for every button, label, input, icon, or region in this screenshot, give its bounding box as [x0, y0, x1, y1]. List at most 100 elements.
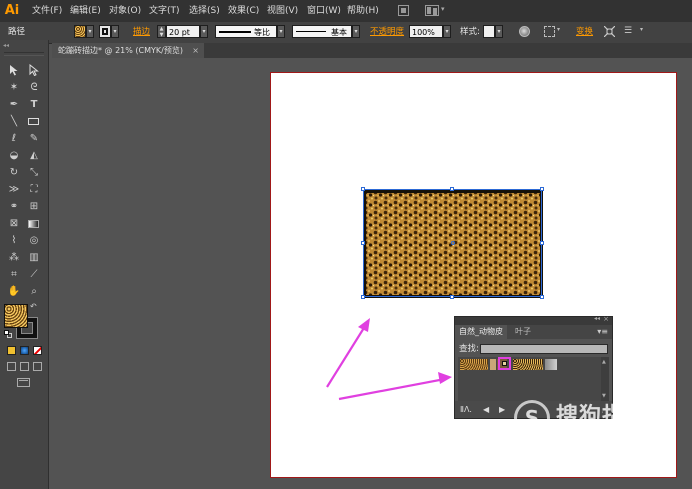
width-profile-field[interactable]: 等比	[215, 25, 277, 38]
previous-library-icon[interactable]: ◀	[483, 403, 489, 416]
panel-scrollbar[interactable]: ▲ ▼	[601, 357, 609, 401]
mesh-icon[interactable]: ⊠	[6, 217, 22, 231]
fill-color-box[interactable]	[4, 304, 28, 328]
toolbar-grip[interactable]	[4, 52, 44, 56]
opacity-dropdown-icon[interactable]: ▾	[443, 25, 451, 38]
close-tab-icon[interactable]: ×	[192, 43, 199, 58]
resize-handle[interactable]	[450, 295, 454, 299]
highlighted-brush-swatch[interactable]	[498, 357, 511, 370]
style-swatch[interactable]	[483, 25, 495, 38]
shape-builder-icon[interactable]: ⚭	[6, 200, 22, 214]
menu-type[interactable]: 文字(T)	[149, 0, 180, 22]
brush-definition-dropdown-icon[interactable]: ▾	[352, 25, 360, 38]
graph-icon[interactable]: ▥	[26, 251, 42, 265]
rotate-icon[interactable]: ↻	[6, 166, 22, 180]
eraser-icon[interactable]: ◭	[26, 149, 42, 163]
stroke-weight-input[interactable]: 20 pt	[166, 25, 200, 38]
collapse-panel-icon[interactable]: ◂◂	[594, 315, 600, 322]
draw-behind-icon[interactable]	[20, 362, 29, 371]
style-dropdown-icon[interactable]: ▾	[495, 25, 503, 38]
draw-inside-icon[interactable]	[33, 362, 42, 371]
fill-dropdown-icon[interactable]: ▾	[86, 25, 94, 38]
tab-document[interactable]: 蛇蹦砖描边* @ 21% (CMYK/预览) ×	[52, 43, 204, 58]
line-icon[interactable]: ╲	[6, 115, 22, 129]
library-menu-icon[interactable]: ⅡΛ.	[460, 403, 472, 416]
brush-swatch[interactable]	[545, 359, 557, 370]
next-library-icon[interactable]: ▶	[499, 403, 505, 416]
magic-wand-icon[interactable]: ✶	[6, 81, 22, 95]
stroke-weight-dropdown-icon[interactable]: ▾	[200, 25, 208, 38]
scale-icon[interactable]: ⤡	[26, 166, 42, 180]
resize-handle[interactable]	[540, 241, 544, 245]
menu-file[interactable]: 文件(F)	[32, 0, 62, 22]
free-transform-icon[interactable]: ⛶	[26, 183, 42, 197]
resize-handle[interactable]	[540, 187, 544, 191]
color-mode-icon[interactable]	[7, 346, 16, 355]
collapse-toolbar-icon[interactable]: ◂◂	[3, 42, 9, 49]
none-mode-icon[interactable]	[33, 346, 42, 355]
search-input[interactable]	[480, 344, 608, 354]
transform-label[interactable]: 变换	[576, 25, 593, 39]
align-icon[interactable]	[544, 26, 555, 37]
scroll-up-icon[interactable]: ▲	[602, 359, 606, 365]
bridge-icon[interactable]	[398, 5, 409, 16]
lasso-icon[interactable]: ᘓ	[26, 81, 42, 95]
pen-icon[interactable]: ✒	[6, 98, 22, 112]
tab-natural-animal-skins[interactable]: 自然_动物皮	[455, 325, 507, 339]
draw-normal-icon[interactable]	[7, 362, 16, 371]
opacity-input[interactable]: 100%	[409, 25, 443, 38]
menu-effect[interactable]: 效果(C)	[228, 0, 259, 22]
resize-handle[interactable]	[361, 295, 365, 299]
rectangle-icon[interactable]	[26, 115, 42, 129]
artboard-icon[interactable]: ⌗	[6, 268, 22, 282]
swap-fill-stroke-icon[interactable]: ↶	[30, 302, 37, 311]
menu-view[interactable]: 视图(V)	[267, 0, 298, 22]
chevron-down-icon[interactable]: ▾	[441, 5, 445, 13]
control-menu-dropdown-icon[interactable]: ▾	[640, 26, 643, 33]
resize-handle[interactable]	[540, 295, 544, 299]
brush-swatch[interactable]	[513, 359, 543, 370]
fill-swatch[interactable]	[74, 25, 86, 38]
brush-swatch[interactable]	[490, 359, 496, 370]
selection-bounding-box[interactable]	[361, 187, 544, 299]
panel-options-icon[interactable]: ☰	[624, 26, 637, 37]
screen-mode-icon[interactable]	[17, 378, 30, 387]
width-profile-dropdown-icon[interactable]: ▾	[277, 25, 285, 38]
gradient-mode-icon[interactable]	[20, 346, 29, 355]
width-icon[interactable]: ≫	[6, 183, 22, 197]
resize-handle[interactable]	[450, 187, 454, 191]
menu-select[interactable]: 选择(S)	[189, 0, 220, 22]
menu-window[interactable]: 窗口(W)	[307, 0, 341, 22]
opacity-label[interactable]: 不透明度	[370, 25, 404, 39]
stroke-stepper[interactable]: ▲ ▼	[157, 25, 166, 38]
menu-help[interactable]: 帮助(H)	[347, 0, 379, 22]
isolate-icon[interactable]	[603, 25, 616, 38]
type-icon[interactable]: T	[26, 98, 42, 112]
panel-menu-icon[interactable]: ▾≡	[597, 327, 608, 337]
stroke-label[interactable]: 描边	[133, 25, 150, 39]
recolor-artwork-icon[interactable]	[519, 26, 530, 37]
panel-title-bar[interactable]: ◂◂ ×	[455, 315, 612, 325]
stroke-dropdown-icon[interactable]: ▾	[111, 25, 119, 38]
menu-object[interactable]: 对象(O)	[109, 0, 141, 22]
gradient-icon[interactable]	[26, 217, 42, 231]
brush-swatch[interactable]	[460, 359, 488, 370]
menu-edit[interactable]: 编辑(E)	[70, 0, 101, 22]
resize-handle[interactable]	[361, 187, 365, 191]
eyedropper-icon[interactable]: ⌇	[6, 234, 22, 248]
brush-definition-field[interactable]: 基本	[292, 25, 352, 38]
stroke-swatch[interactable]	[99, 25, 111, 38]
paintbrush-icon[interactable]: ℓ	[6, 132, 22, 146]
blob-brush-icon[interactable]: ◒	[6, 149, 22, 163]
resize-handle[interactable]	[361, 241, 365, 245]
direct-selection-icon[interactable]	[26, 63, 42, 78]
blend-icon[interactable]: ◎	[26, 234, 42, 248]
perspective-grid-icon[interactable]: ⊞	[26, 200, 42, 214]
tab-leaves[interactable]: 叶子	[511, 325, 535, 339]
pencil-icon[interactable]: ✎	[26, 132, 42, 146]
default-fill-stroke-icon[interactable]	[4, 330, 12, 338]
slice-icon[interactable]: ⟋	[26, 268, 42, 282]
symbol-sprayer-icon[interactable]: ⁂	[6, 251, 22, 265]
align-dropdown-icon[interactable]: ▾	[557, 26, 560, 33]
arrange-documents-icon[interactable]	[425, 5, 439, 16]
